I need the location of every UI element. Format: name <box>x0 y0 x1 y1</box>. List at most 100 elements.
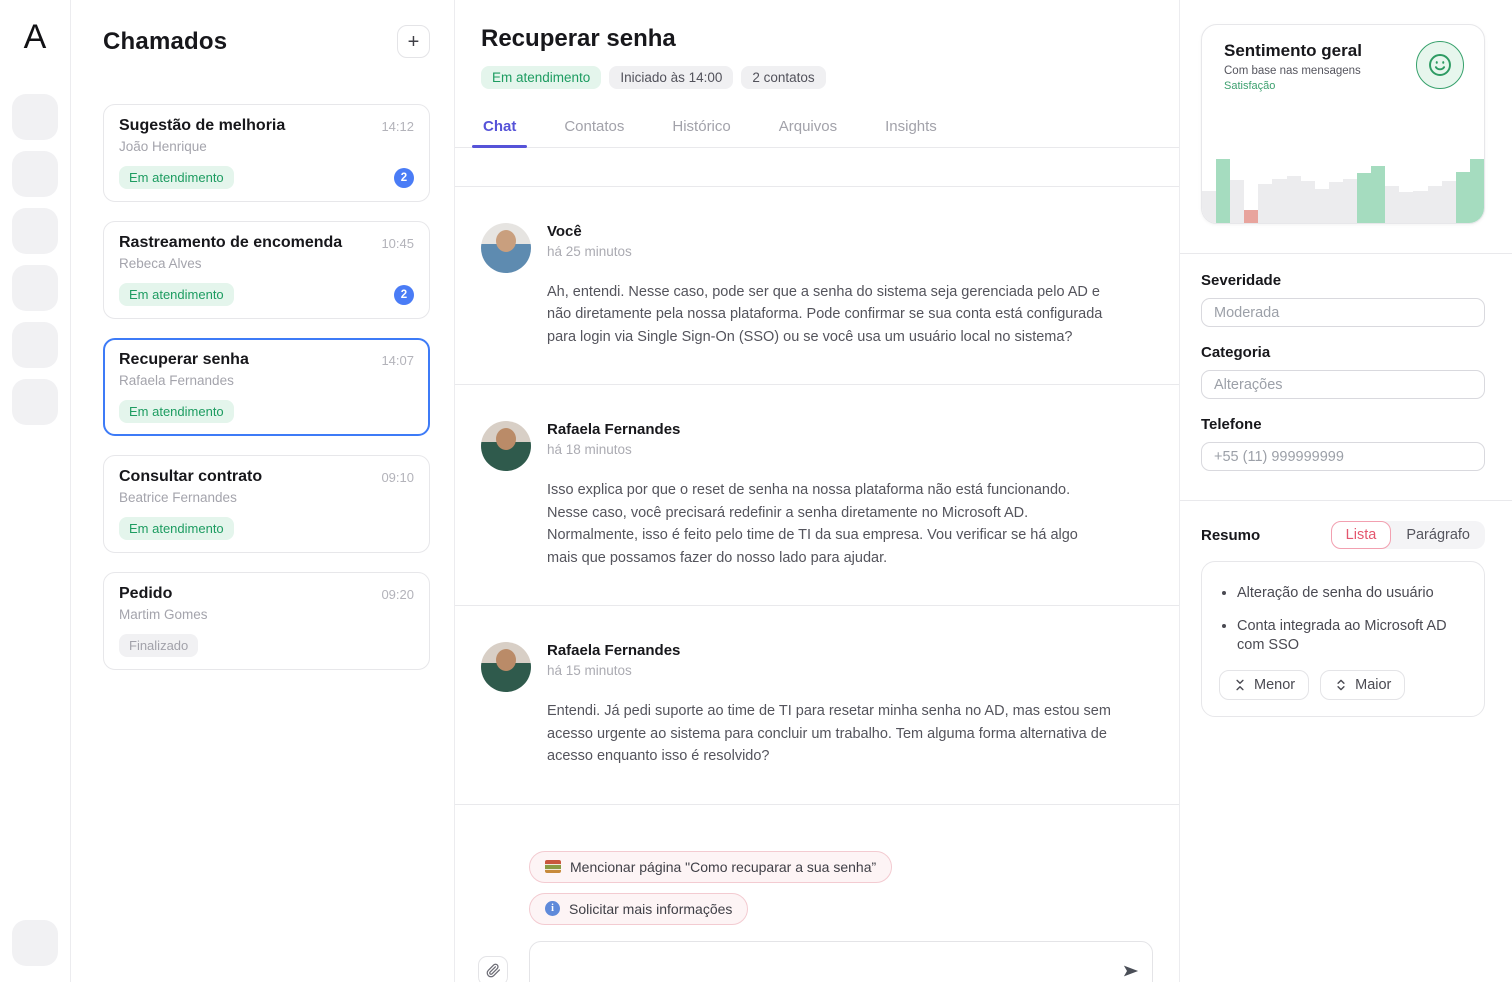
suggestion-chips: Mencionar página "Como recuparar a sua s… <box>529 851 1153 925</box>
summary-title: Resumo <box>1201 527 1260 544</box>
chat-header-badge: 2 contatos <box>741 66 825 89</box>
ticket-card[interactable]: Recuperar senha 14:07 Rafaela Fernandes … <box>103 338 430 436</box>
sentiment-title: Sentimento geral <box>1224 41 1362 61</box>
composer-row <box>478 941 1153 982</box>
message-time: há 25 minutos <box>547 244 1112 259</box>
field-label: Severidade <box>1201 272 1485 289</box>
sentiment-label: Satisfação <box>1224 80 1362 92</box>
field-input[interactable] <box>1201 442 1485 471</box>
message-author: Rafaela Fernandes <box>547 421 1112 438</box>
plus-icon: + <box>408 32 420 52</box>
ticket-time: 14:07 <box>381 353 414 368</box>
avatar <box>481 421 531 471</box>
summary-header: Resumo ListaParágrafo <box>1201 521 1485 549</box>
sentiment-bar <box>1385 186 1399 223</box>
info-icon <box>545 901 560 916</box>
sentiment-bar <box>1371 166 1385 223</box>
suggestion-chip-label: Mencionar página "Como recuparar a sua s… <box>570 859 876 875</box>
composer: Mencionar página "Como recuparar a sua s… <box>455 805 1179 982</box>
sentiment-bar <box>1272 179 1286 223</box>
sentiment-bar <box>1399 192 1413 223</box>
nav-skeleton-item[interactable] <box>12 379 58 425</box>
ticket-row-bottom: Em atendimento <box>119 517 414 540</box>
toggle-option[interactable]: Parágrafo <box>1391 521 1485 549</box>
message-input-wrap <box>529 941 1153 982</box>
suggestion-chip[interactable]: Mencionar página "Como recuparar a sua s… <box>529 851 892 883</box>
ticket-row-top: Sugestão de melhoria 14:12 <box>119 117 414 135</box>
sentiment-subtitle: Com base nas mensagens <box>1224 65 1362 77</box>
nav-skeleton-item[interactable] <box>12 265 58 311</box>
ticket-time: 14:12 <box>381 119 414 134</box>
sentiment-bar <box>1244 210 1258 223</box>
sentiment-bar <box>1287 176 1301 223</box>
ticket-field: Telefone <box>1201 416 1485 471</box>
nav-skeleton-item[interactable] <box>12 208 58 254</box>
nav-skeleton-item[interactable] <box>12 151 58 197</box>
ticket-fields: Severidade Categoria Telefone <box>1180 254 1512 471</box>
decrease-button[interactable]: Menor <box>1219 670 1309 700</box>
send-button[interactable] <box>1122 963 1140 979</box>
new-ticket-button[interactable]: + <box>397 25 430 58</box>
ticket-row-top: Rastreamento de encomenda 10:45 <box>119 234 414 252</box>
avatar <box>481 642 531 692</box>
increase-button[interactable]: Maior <box>1320 670 1405 700</box>
ticket-unread-badge: 2 <box>394 285 414 305</box>
tickets-header: Chamados + <box>71 0 454 58</box>
sentiment-bar <box>1202 191 1216 223</box>
ticket-contact: João Henrique <box>119 139 414 154</box>
suggestion-chip-label: Solicitar mais informações <box>569 901 732 917</box>
ticket-unread-badge: 2 <box>394 168 414 188</box>
attach-button[interactable] <box>478 956 508 982</box>
app-window: A Chamados + Sugestão de melhoria 14:12 … <box>0 0 1512 982</box>
sentiment-bar <box>1470 159 1484 223</box>
insights-panel: Sentimento geral Com base nas mensagens … <box>1180 0 1512 982</box>
field-label: Categoria <box>1201 344 1485 361</box>
field-input[interactable] <box>1201 298 1485 327</box>
ticket-row-top: Recuperar senha 14:07 <box>119 351 414 369</box>
message: Rafaela Fernandes há 18 minutos Isso exp… <box>455 385 1179 606</box>
sentiment-bar <box>1343 179 1357 223</box>
mood-button[interactable] <box>1416 41 1464 89</box>
chat-header-badge: Iniciado às 14:00 <box>609 66 733 89</box>
message-time: há 18 minutos <box>547 442 1112 457</box>
nav-skeleton-item[interactable] <box>12 322 58 368</box>
message: Rafaela Fernandes há 15 minutos Entendi.… <box>455 606 1179 804</box>
message-body: Rafaela Fernandes há 18 minutos Isso exp… <box>547 421 1112 569</box>
chat-header-badges: Em atendimento Iniciado às 14:00 2 contato… <box>481 66 1153 89</box>
message-body: Você há 25 minutos Ah, entendi. Nesse ca… <box>547 223 1112 348</box>
message-author: Você <box>547 223 1112 240</box>
sentiment-bar <box>1315 189 1329 223</box>
chat-tab[interactable]: Chat <box>481 108 518 147</box>
ticket-card[interactable]: Sugestão de melhoria 14:12 João Henrique… <box>103 104 430 202</box>
chat-tab[interactable]: Histórico <box>670 108 732 147</box>
ticket-card[interactable]: Rastreamento de encomenda 10:45 Rebeca A… <box>103 221 430 319</box>
smiley-icon <box>1427 52 1453 78</box>
nav-skeleton-item[interactable] <box>12 94 58 140</box>
tickets-list: Sugestão de melhoria 14:12 João Henrique… <box>71 104 454 694</box>
nav-skeleton-item-bottom[interactable] <box>12 920 58 966</box>
expand-icon <box>1334 678 1348 692</box>
field-input[interactable] <box>1201 370 1485 399</box>
chat-tab[interactable]: Contatos <box>562 108 626 147</box>
chat-subbar <box>455 148 1179 187</box>
sentiment-bar <box>1413 191 1427 223</box>
ticket-card[interactable]: Pedido 09:20 Martim Gomes Finalizado <box>103 572 430 670</box>
chat-tabs: Chat Contatos Histórico Arquivos Insights <box>455 108 1179 148</box>
decrease-button-label: Menor <box>1254 677 1295 693</box>
ticket-status-badge: Finalizado <box>119 634 198 657</box>
message-input[interactable] <box>529 941 1153 982</box>
ticket-card[interactable]: Consultar contrato 09:10 Beatrice Fernan… <box>103 455 430 553</box>
sentiment-card-header: Sentimento geral Com base nas mensagens … <box>1202 25 1484 92</box>
chat-tab[interactable]: Arquivos <box>777 108 839 147</box>
suggestion-chip[interactable]: Solicitar mais informações <box>529 893 748 925</box>
ticket-row-bottom: Finalizado <box>119 634 414 657</box>
summary-actions: Menor Maior <box>1214 670 1466 700</box>
ticket-field: Severidade <box>1201 272 1485 327</box>
chat-messages: Você há 25 minutos Ah, entendi. Nesse ca… <box>455 187 1179 805</box>
toggle-option[interactable]: Lista <box>1331 521 1392 549</box>
field-label: Telefone <box>1201 416 1485 433</box>
chat-tab[interactable]: Insights <box>883 108 939 147</box>
ticket-contact: Martim Gomes <box>119 607 414 622</box>
chat-header-badge: Em atendimento <box>481 66 601 89</box>
ticket-title: Recuperar senha <box>119 351 249 369</box>
